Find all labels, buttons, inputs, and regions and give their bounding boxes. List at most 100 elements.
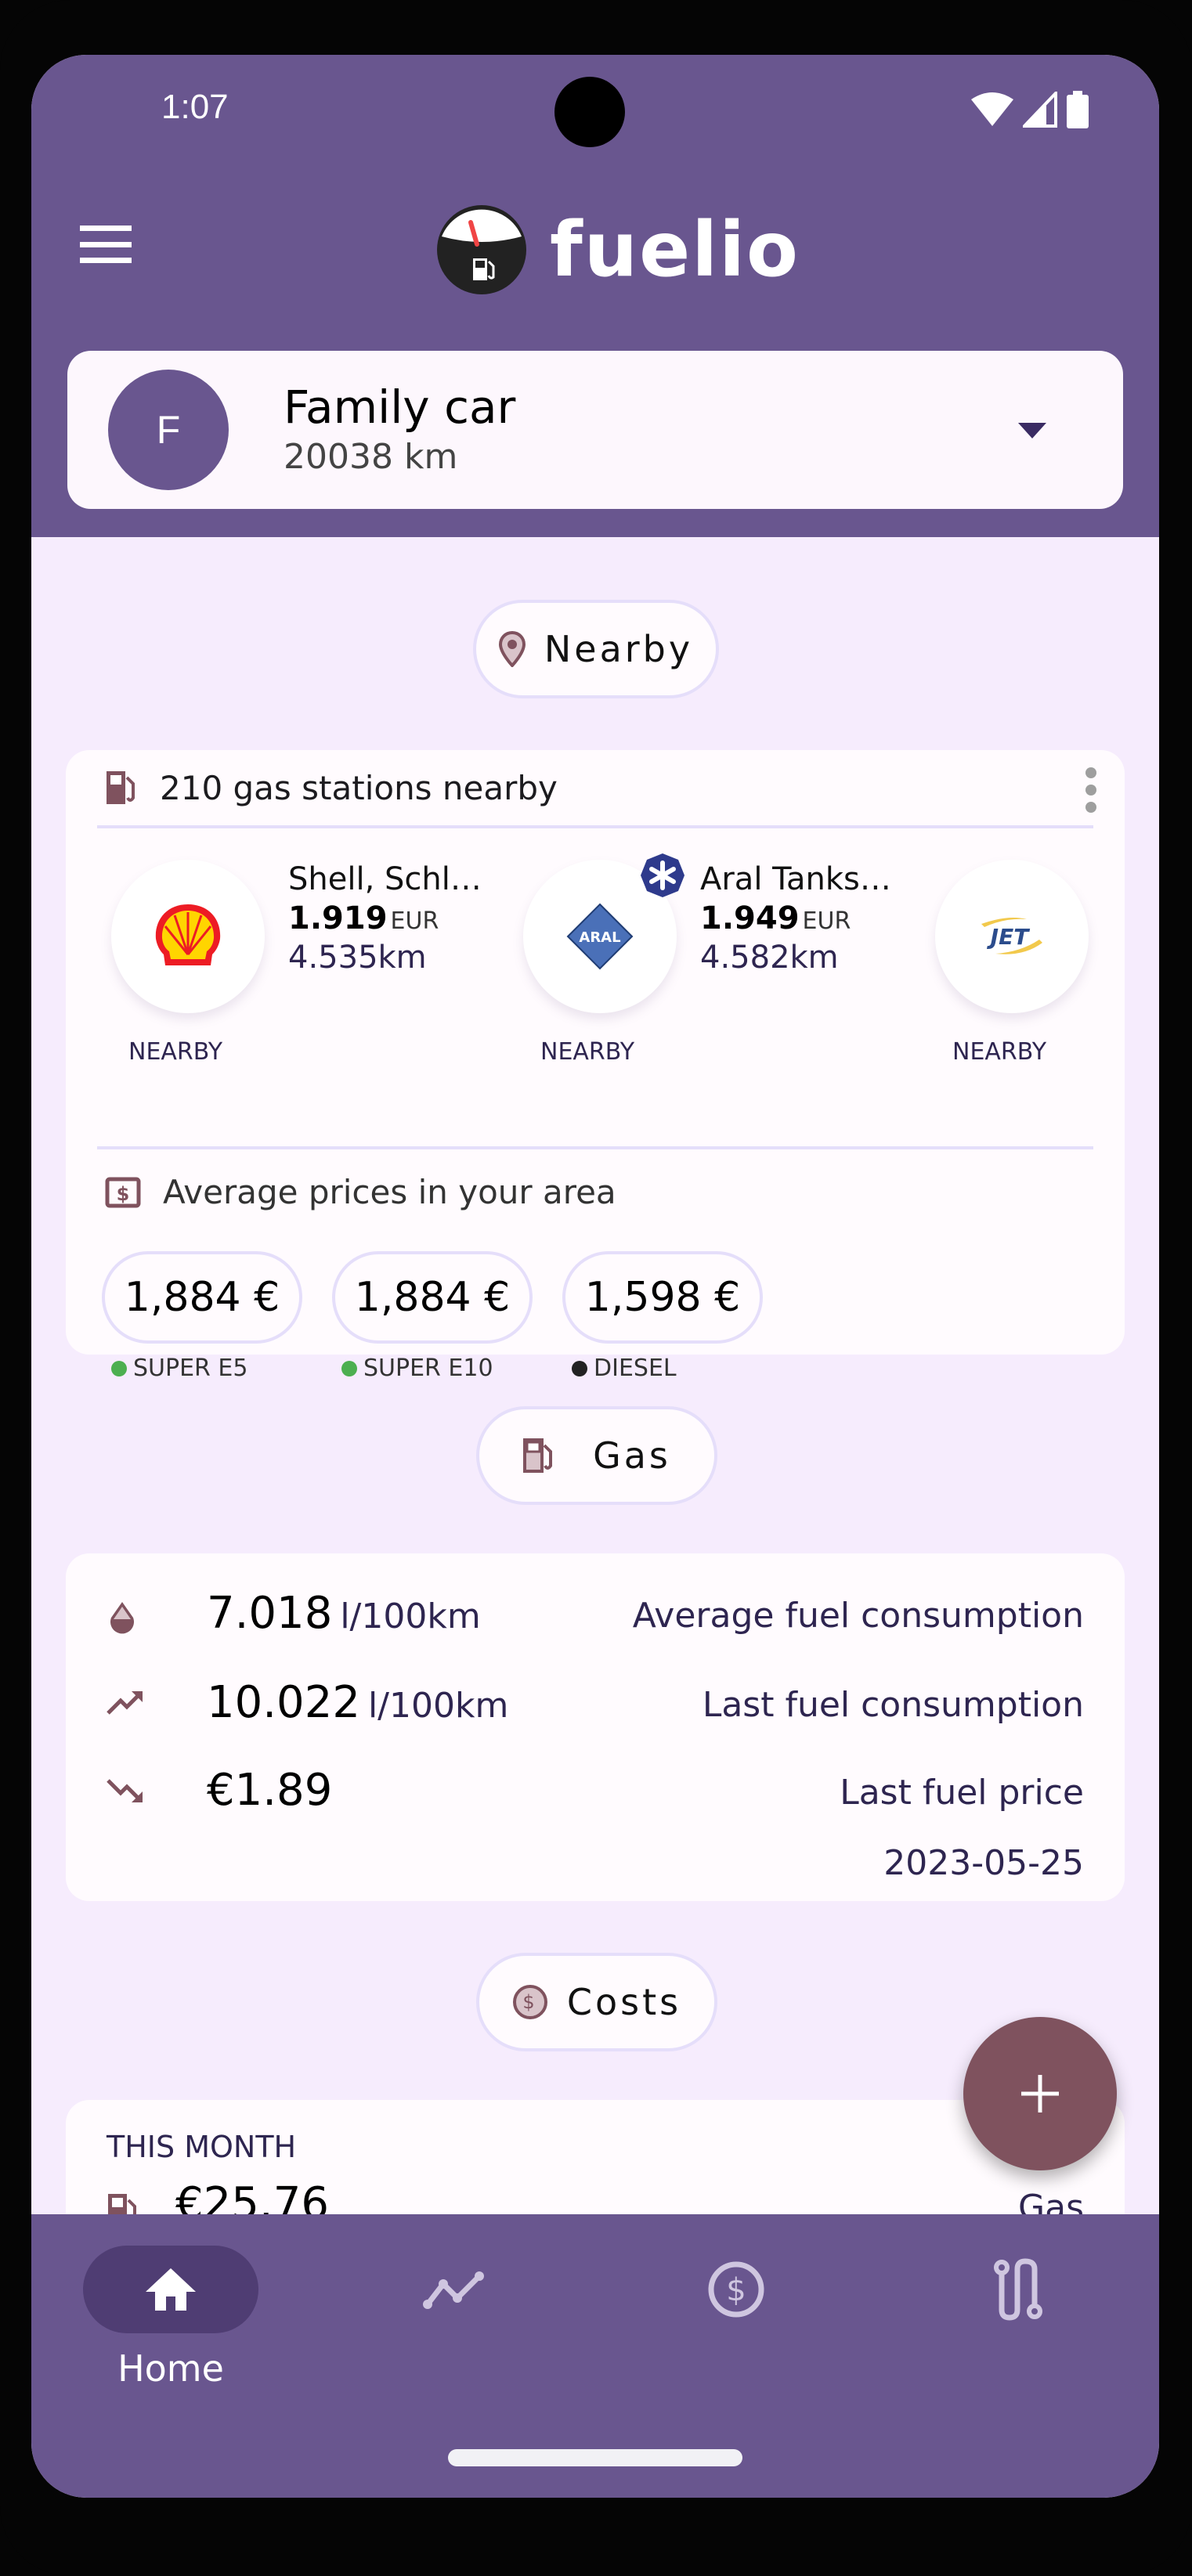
average-price-value[interactable]: 1,884 € xyxy=(332,1251,533,1344)
app-bar: 1:07 fuelio F Family car 20038 km xyxy=(31,55,1159,537)
dollar-icon: $ xyxy=(708,2261,764,2318)
gas-stats-card[interactable]: 7.018 l/100km Average fuel consumption 10… xyxy=(66,1553,1125,1901)
fuel-type-label: SUPER E10 xyxy=(332,1355,533,1382)
station-list: Shell, Schl… 1.919 EUR 4.535km NEARBY ARA… xyxy=(66,853,1125,1079)
costs-period: THIS MONTH xyxy=(107,2130,297,2164)
station-price-currency: EUR xyxy=(802,907,851,935)
section-chip-gas[interactable]: Gas xyxy=(476,1406,717,1505)
station-logo: JET xyxy=(935,860,1089,1013)
menu-button[interactable] xyxy=(80,225,132,263)
app-name: fuelio xyxy=(550,206,800,294)
station-price-value: 1.949 xyxy=(700,900,800,936)
kebab-dot xyxy=(1085,767,1096,778)
nav-item-statistics[interactable] xyxy=(368,2246,540,2333)
trending-down-icon xyxy=(107,1779,143,1802)
plus-icon xyxy=(1021,2075,1059,2112)
nav-pill: $ xyxy=(648,2246,824,2333)
station-item[interactable]: JET NEARBY xyxy=(935,860,1089,1066)
station-name: Shell, Schl… xyxy=(288,861,482,897)
section-chip-label: Gas xyxy=(593,1434,671,1477)
fuel-type-name: DIESEL xyxy=(594,1355,677,1382)
stat-value: 10.022 l/100km xyxy=(207,1677,508,1728)
stat-row: 10.022 l/100km Last fuel consumption xyxy=(66,1677,1125,1740)
station-info: Shell, Schl… 1.919 EUR 4.535km xyxy=(288,860,482,1013)
average-price-item: 1,884 € SUPER E10 xyxy=(332,1251,533,1382)
jet-logo-icon: JET xyxy=(981,918,1042,954)
dollar-circle-icon: $ xyxy=(512,1985,547,2019)
vehicle-avatar: F xyxy=(108,370,229,490)
station-item[interactable]: Shell, Schl… 1.919 EUR 4.535km NEARBY xyxy=(111,860,482,1066)
nav-pill xyxy=(930,2246,1106,2333)
station-item[interactable]: ARAL Aral Tanks… 1.949 EUR 4.582km NEARBY xyxy=(523,853,891,1066)
stat-number: 7.018 xyxy=(207,1588,333,1639)
divider xyxy=(97,1146,1093,1149)
fuel-type-name: SUPER E5 xyxy=(133,1355,248,1382)
shell-logo-icon xyxy=(155,904,221,965)
app-logo: fuelio xyxy=(435,204,800,296)
wifi-icon xyxy=(971,92,1013,126)
bottom-navigation: Home $ xyxy=(31,2214,1159,2498)
stat-value: €1.89 xyxy=(207,1765,332,1816)
average-prices-title: Average prices in your area xyxy=(163,1173,616,1211)
route-icon xyxy=(994,2258,1042,2321)
stat-number: 10.022 xyxy=(207,1677,360,1728)
dropdown-arrow-icon xyxy=(1018,423,1046,438)
average-price-item: 1,598 € DIESEL xyxy=(562,1251,763,1382)
average-prices-list: 1,884 € SUPER E5 1,884 € SUPER E10 1,598… xyxy=(102,1251,763,1382)
stat-label: Average fuel consumption xyxy=(632,1596,1084,1636)
nav-item-costs[interactable]: $ xyxy=(650,2246,822,2333)
home-indicator[interactable] xyxy=(448,2449,742,2466)
stat-unit: l/100km xyxy=(340,1596,481,1636)
station-info: Aral Tanks… 1.949 EUR 4.582km xyxy=(700,860,891,1013)
station-price: 1.919 EUR xyxy=(288,899,482,938)
stations-count: 210 gas stations nearby xyxy=(160,768,558,807)
add-entry-button[interactable] xyxy=(963,2017,1117,2170)
location-pin-icon xyxy=(498,631,526,667)
section-chip-nearby[interactable]: Nearby xyxy=(473,600,719,698)
gas-pump-icon xyxy=(107,771,135,804)
stat-row: 7.018 l/100km Average fuel consumption xyxy=(66,1588,1125,1651)
vehicle-selector[interactable]: F Family car 20038 km xyxy=(67,351,1123,509)
home-icon xyxy=(146,2268,196,2311)
station-price: 1.949 EUR xyxy=(700,899,891,938)
more-options-button[interactable] xyxy=(1085,767,1101,813)
station-name: Aral Tanks… xyxy=(700,861,891,897)
svg-text:$: $ xyxy=(726,2272,746,2308)
nav-pill xyxy=(367,2246,542,2333)
nearby-card-header: 210 gas stations nearby xyxy=(66,750,1125,825)
average-price-value[interactable]: 1,598 € xyxy=(562,1251,763,1344)
menu-icon-bar xyxy=(80,258,132,263)
aral-logo-icon: ARAL xyxy=(566,903,634,970)
nav-item-home[interactable]: Home xyxy=(83,2246,258,2390)
fuel-color-dot xyxy=(341,1360,357,1376)
fuel-drop-icon xyxy=(110,1602,134,1634)
signal-icon xyxy=(1023,92,1057,128)
average-price-value[interactable]: 1,884 € xyxy=(102,1251,302,1344)
gas-pump-icon xyxy=(523,1438,553,1473)
nav-item-routes[interactable] xyxy=(932,2246,1104,2333)
section-chip-label: Nearby xyxy=(544,628,694,670)
status-time: 1:07 xyxy=(161,88,229,126)
section-chip-costs[interactable]: $ Costs xyxy=(476,1953,717,2051)
station-logo xyxy=(111,860,265,1013)
station-label: NEARBY xyxy=(540,1038,635,1066)
svg-text:$: $ xyxy=(522,1991,537,2013)
stat-unit: l/100km xyxy=(367,1686,509,1726)
section-chip-label: Costs xyxy=(566,1981,682,2023)
camera-cutout xyxy=(554,77,625,147)
battery-icon xyxy=(1067,91,1089,128)
average-prices-header: $ Average prices in your area xyxy=(105,1173,616,1211)
nearby-card: 210 gas stations nearby Shell, Schl… 1.9… xyxy=(66,750,1125,1382)
kebab-dot xyxy=(1085,785,1096,796)
nav-active-indicator xyxy=(83,2246,258,2333)
fuel-type-name: SUPER E10 xyxy=(363,1355,493,1382)
price-tag-icon: $ xyxy=(105,1177,141,1207)
station-logo: ARAL xyxy=(523,853,684,1013)
fuel-gauge-icon xyxy=(437,205,526,294)
stat-label: Last fuel price xyxy=(840,1773,1084,1813)
stat-label: Last fuel consumption xyxy=(702,1685,1084,1725)
last-fill-date: 2023-05-25 xyxy=(883,1843,1084,1883)
station-label: NEARBY xyxy=(128,1038,223,1066)
station-label: NEARBY xyxy=(952,1038,1047,1066)
status-icons xyxy=(971,91,1089,128)
